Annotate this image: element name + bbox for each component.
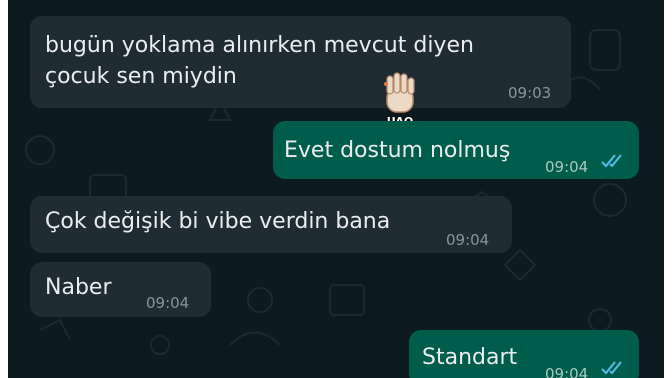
message-text: Evet dostum nolmuş — [284, 138, 511, 163]
message-bubble-incoming[interactable]: Çok değişik bi vibe verdin bana 09:04 — [30, 196, 512, 253]
message-time: 09:04 — [545, 158, 589, 176]
message-time: 09:04 — [146, 294, 190, 312]
message-time: 09:04 — [545, 365, 589, 378]
message-time: 09:03 — [508, 84, 552, 102]
chat-screen: bugün yoklama alınırken mevcut diyen çoc… — [0, 0, 672, 378]
message-time: 09:04 — [446, 231, 490, 249]
message-bubble-outgoing[interactable]: Evet dostum nolmuş 09:04 — [273, 121, 639, 179]
message-bubble-incoming[interactable]: bugün yoklama alınırken mevcut diyen çoc… — [30, 16, 571, 108]
message-text: Çok değişik bi vibe verdin bana — [45, 209, 391, 234]
message-text: Naber — [45, 275, 112, 300]
sticker[interactable]: UAQ — [378, 72, 422, 128]
read-ticks-icon — [601, 361, 622, 375]
message-text: Standart — [422, 345, 518, 370]
waving-hand-icon — [384, 72, 415, 113]
message-bubble-outgoing[interactable]: Standart 09:04 — [409, 330, 639, 378]
message-bubble-incoming[interactable]: Naber 09:04 — [30, 262, 211, 317]
read-ticks-icon — [601, 154, 622, 168]
